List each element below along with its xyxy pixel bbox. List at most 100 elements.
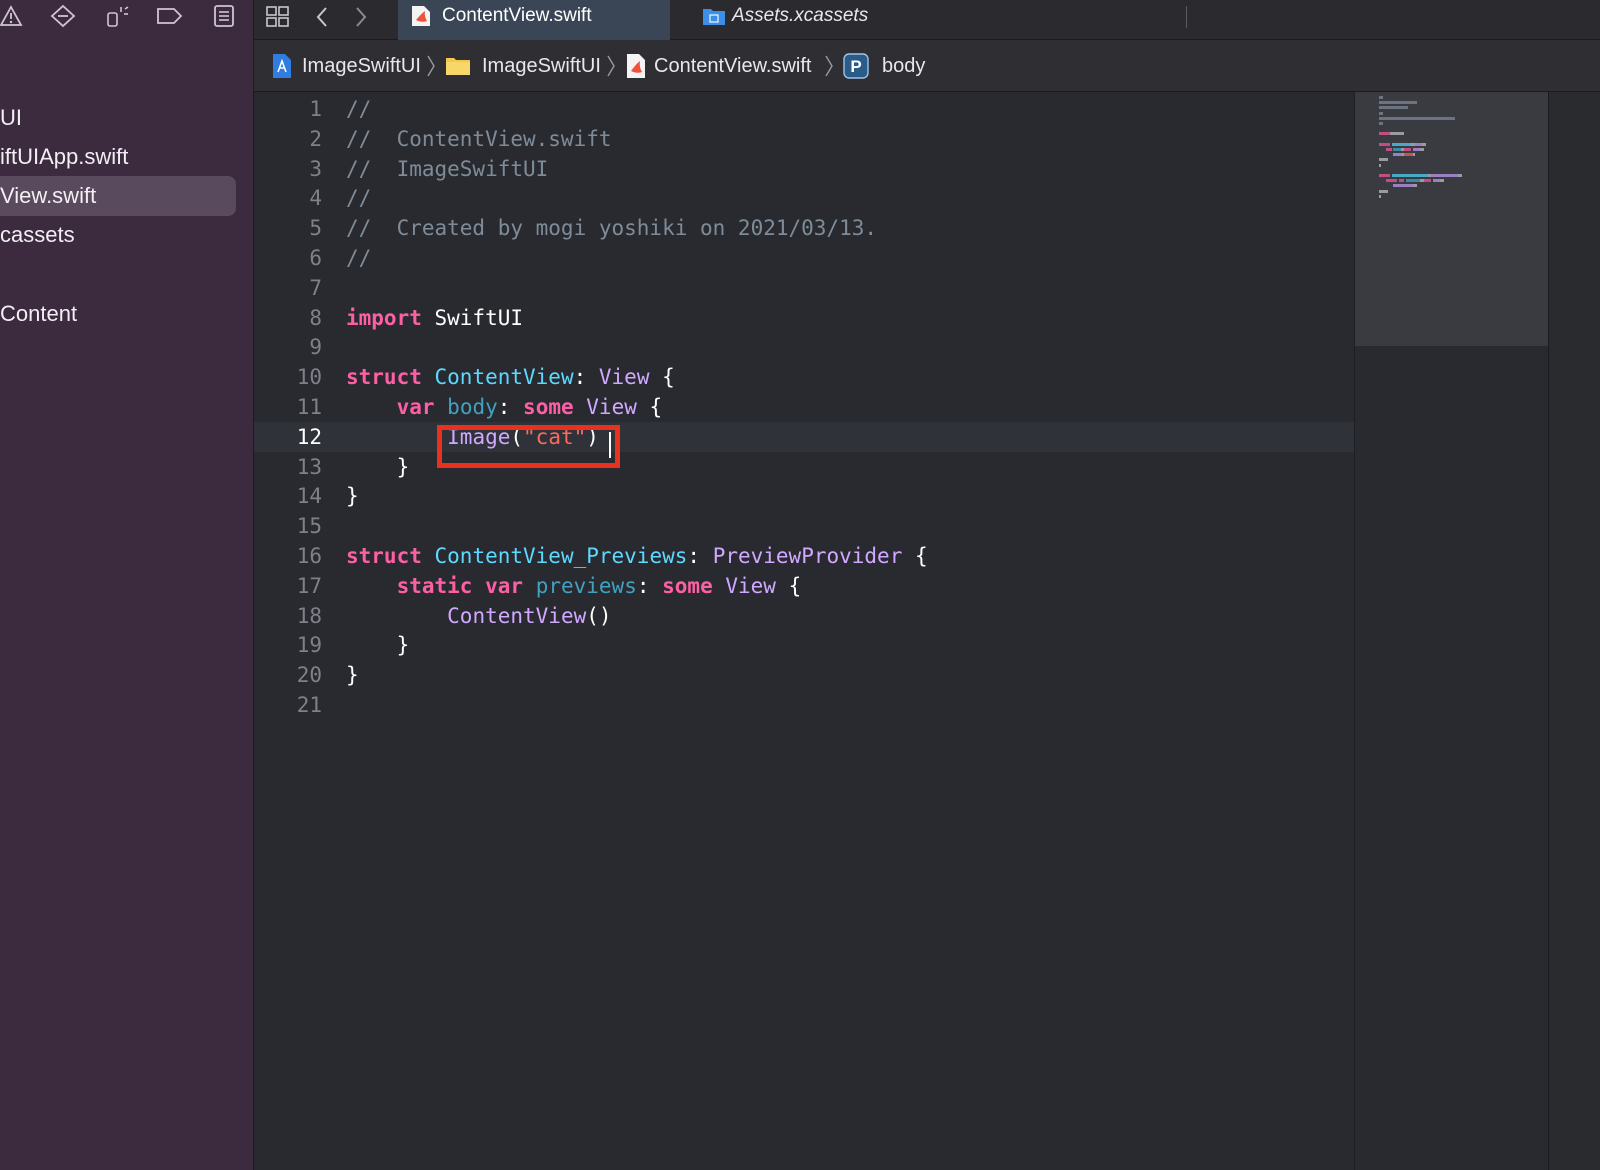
- minimap-mark: [1431, 174, 1459, 177]
- code-token: :: [497, 395, 524, 419]
- breadcrumb-project[interactable]: ImageSwiftUI: [302, 52, 421, 80]
- report-icon[interactable]: [212, 4, 238, 28]
- tab-label: ContentView.swift: [442, 5, 592, 26]
- breadcrumb-file[interactable]: ContentView.swift: [654, 52, 812, 80]
- line-number: 19: [296, 633, 322, 658]
- breadcrumb-symbol[interactable]: body: [882, 52, 925, 80]
- code-line[interactable]: 11 var body: some View {: [254, 392, 1354, 422]
- code-token: }: [346, 633, 410, 658]
- code-line[interactable]: 19 }: [254, 630, 1354, 660]
- line-number: 2: [309, 126, 322, 151]
- grid-layout-icon[interactable]: [264, 3, 294, 31]
- file-item-assets[interactable]: cassets: [0, 215, 236, 255]
- code-line[interactable]: 13 }: [254, 452, 1354, 482]
- line-number: 9: [309, 335, 322, 360]
- asset-catalog-icon: [702, 4, 725, 28]
- minimap-mark: [1379, 106, 1408, 110]
- code-token: ContentView_Previews: [434, 544, 688, 568]
- line-number: 10: [296, 365, 322, 390]
- code-line[interactable]: 14}: [254, 481, 1354, 511]
- minimap-mark: [1393, 153, 1403, 157]
- minimap[interactable]: [1354, 92, 1549, 1170]
- file-item-contentview-swift[interactable]: View.swift: [0, 176, 236, 216]
- code-line[interactable]: 20}: [254, 660, 1354, 690]
- project-icon[interactable]: [270, 52, 294, 80]
- code-line[interactable]: 6 //: [254, 243, 1354, 273]
- line-number: 15: [296, 514, 322, 539]
- minimap-mark: [1440, 179, 1444, 183]
- minimap-viewport[interactable]: [1355, 92, 1549, 346]
- code-token: :: [687, 544, 713, 568]
- code-token: {: [649, 365, 675, 390]
- code-token: ContentView: [434, 365, 574, 390]
- folder-icon[interactable]: [444, 52, 472, 80]
- navigator-sidebar: UI iftUIApp.swift View.swift cassets Con…: [0, 0, 254, 1170]
- minimap-mark: [1386, 148, 1392, 151]
- code-line[interactable]: 16 struct ContentView_Previews: PreviewPr…: [254, 541, 1354, 571]
- code-editor[interactable]: 1 // 2 // ContentView.swift 3 // ImageSwiftUI…: [254, 92, 1354, 1170]
- file-item-label: View.swift: [0, 183, 97, 208]
- code-token: View: [725, 573, 776, 598]
- code-line[interactable]: 1 //: [254, 94, 1354, 124]
- code-line[interactable]: 8 import SwiftUI: [254, 303, 1354, 333]
- minimap-mark: [1379, 158, 1388, 162]
- minimap-mark: [1386, 179, 1397, 183]
- breadcrumb-group[interactable]: ImageSwiftUI: [482, 52, 601, 80]
- minimap-mark: [1379, 142, 1390, 146]
- code-token: var: [485, 573, 524, 598]
- code-text: var body: some View {: [346, 392, 663, 422]
- file-item-label: UI: [0, 105, 22, 130]
- minimap-mark: [1458, 174, 1462, 177]
- chevron-right-icon: [426, 52, 436, 80]
- swift-file-icon[interactable]: [624, 52, 648, 80]
- chevron-right-icon: [606, 52, 616, 80]
- code-line[interactable]: 12 Image("cat"): [254, 421, 1354, 452]
- code-line[interactable]: 4 //: [254, 183, 1354, 213]
- code-line[interactable]: 3 // ImageSwiftUI: [254, 154, 1354, 184]
- code-line[interactable]: 15: [254, 511, 1354, 541]
- file-item-label: cassets: [0, 222, 75, 247]
- code-text: //: [346, 94, 371, 124]
- code-line[interactable]: 9: [254, 332, 1354, 362]
- code-text: // Created by mogi yoshiki on 2021/03/13…: [346, 213, 877, 243]
- code-text: struct ContentView: View {: [346, 362, 675, 392]
- code-line[interactable]: 21: [254, 690, 1354, 720]
- code-token: PreviewProvider: [712, 544, 903, 568]
- code-line[interactable]: 18 ContentView(): [254, 601, 1354, 631]
- editor-tab-bar: ContentView.swift Assets.xcassets: [254, 0, 1600, 40]
- code-text: }: [346, 630, 410, 660]
- line-number: 3: [309, 156, 322, 181]
- code-token: (): [586, 603, 612, 628]
- code-line[interactable]: 5 // Created by mogi yoshiki on 2021/03/1…: [254, 213, 1354, 243]
- line-number: 13: [296, 454, 322, 479]
- file-item-app-swift[interactable]: iftUIApp.swift: [0, 137, 236, 177]
- code-token: }: [346, 663, 359, 688]
- editor-scroll-gutter[interactable]: [1548, 92, 1600, 1170]
- code-line[interactable]: 10 struct ContentView: View {: [254, 362, 1354, 392]
- file-item-label: Content: [0, 301, 78, 326]
- back-chevron-icon[interactable]: [308, 3, 338, 31]
- test-icon[interactable]: [104, 4, 130, 28]
- minimap-mark: [1393, 184, 1414, 188]
- breakpoint-icon[interactable]: [50, 4, 76, 28]
- minimap-mark: [1379, 122, 1383, 125]
- tab-divider: [1186, 6, 1187, 28]
- code-token: import: [346, 305, 422, 330]
- file-item-preview-content[interactable]: Content: [0, 294, 236, 334]
- code-line[interactable]: 2 // ContentView.swift: [254, 124, 1354, 154]
- minimap-mark: [1413, 148, 1421, 151]
- code-text: }: [346, 481, 359, 511]
- warning-icon[interactable]: [0, 4, 26, 28]
- code-line[interactable]: 7: [254, 273, 1354, 303]
- tab-assets-xcassets[interactable]: Assets.xcassets: [670, 0, 946, 40]
- code-line[interactable]: 17 static var previews: some View {: [254, 571, 1354, 601]
- file-item-project-group[interactable]: UI: [0, 98, 236, 138]
- tab-contentview-swift[interactable]: ContentView.swift: [398, 0, 670, 40]
- property-icon[interactable]: P: [842, 52, 870, 80]
- tag-icon[interactable]: [156, 4, 182, 28]
- forward-chevron-icon[interactable]: [346, 3, 376, 31]
